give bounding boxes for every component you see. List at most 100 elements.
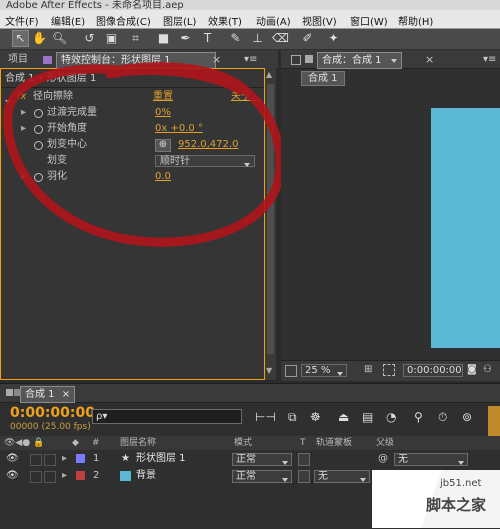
solo-switch[interactable]: [30, 454, 42, 466]
menu-effect[interactable]: 效果(T): [208, 13, 242, 28]
scroll-down-icon[interactable]: ▼: [266, 366, 272, 375]
lock-switch[interactable]: [44, 454, 56, 466]
expand-arrow-icon[interactable]: ▸: [62, 451, 67, 467]
pickwhip-icon[interactable]: @: [378, 451, 388, 467]
menu-edit[interactable]: 编辑(E): [51, 13, 85, 28]
composition-panel: 合成：合成 1 × ▾≡ 合成 1 25 % ⊞ 0:00:00:00 ◙ ⚇: [281, 50, 500, 381]
col-trkmat[interactable]: 轨道蒙板: [316, 436, 352, 450]
track-matte-select[interactable]: 无: [314, 470, 370, 483]
comp-timecode[interactable]: 0:00:00:00: [403, 364, 463, 377]
preserve-transparency-checkbox[interactable]: [298, 470, 310, 483]
chevron-down-icon: [337, 368, 343, 379]
menu-help[interactable]: 帮助(H): [398, 13, 433, 28]
zoom-value: 25 %: [305, 365, 331, 376]
draft-3d-icon[interactable]: ⧉: [288, 410, 297, 425]
tab-composition[interactable]: 合成：合成 1: [317, 52, 402, 69]
lock-icon[interactable]: [291, 55, 301, 65]
watermark: jb51.net 脚本之家: [372, 470, 500, 528]
close-tab-icon[interactable]: ×: [421, 52, 438, 67]
timeline-tabs: 合成 1 ×: [0, 384, 500, 403]
layer-name[interactable]: 背景: [136, 468, 156, 484]
snapshot-icon[interactable]: ◙: [467, 364, 477, 375]
label-color-swatch[interactable]: [76, 454, 85, 463]
col-layer-name[interactable]: 图层名称: [120, 436, 156, 450]
zoom-select[interactable]: 25 %: [301, 364, 347, 377]
region-icon[interactable]: [383, 364, 395, 376]
label-color-swatch[interactable]: [76, 471, 85, 480]
puppet-pin-tool-icon[interactable]: ✦: [326, 31, 341, 46]
zoom-tool-icon[interactable]: 🔍︎: [52, 31, 67, 46]
table-row[interactable]: 👁 ▸ 1 ★ 形状图层 1 正常 @ 无: [0, 451, 500, 467]
stopwatch-icon[interactable]: ⏱: [438, 410, 447, 425]
menu-bar: 文件(F) 编辑(E) 图像合成(C) 图层(L) 效果(T) 动画(A) 视图…: [0, 10, 500, 29]
stamp-tool-icon[interactable]: ⊥: [250, 31, 265, 46]
pen-tool-icon[interactable]: ✒: [178, 31, 193, 46]
av-switches-icon[interactable]: 👁◀︎● 🔒: [4, 436, 44, 450]
menu-animation[interactable]: 动画(A): [256, 13, 291, 28]
hide-shy-icon[interactable]: ☸: [310, 410, 321, 424]
comp-mini-flowchart-icon[interactable]: ⊢⊣: [255, 410, 276, 424]
parent-select[interactable]: 无: [394, 453, 468, 466]
tab-composition-label: 合成：合成 1: [322, 55, 382, 66]
camera-tool-icon[interactable]: ▣: [104, 31, 119, 46]
layer-search-input[interactable]: ρ▾: [92, 409, 242, 424]
layer-column-header: 👁◀︎● 🔒 ◆ # 图层名称 模式 T 轨道蒙板 父级: [0, 436, 500, 450]
label-icon[interactable]: ◆: [72, 436, 79, 450]
pan-behind-tool-icon[interactable]: ⌗: [128, 31, 143, 46]
annotation-circle: [3, 62, 285, 247]
brainstorm-icon[interactable]: ◔: [386, 410, 396, 424]
menu-view[interactable]: 视图(V): [302, 13, 337, 28]
visibility-eye-icon[interactable]: 👁: [6, 468, 19, 484]
col-t[interactable]: T: [300, 436, 306, 450]
tab-timeline-label: 合成 1: [25, 389, 55, 400]
comp-icon: [305, 55, 313, 63]
subtab-comp[interactable]: 合成 1: [301, 71, 345, 86]
grid-icon[interactable]: ⊞: [364, 364, 372, 375]
mode-value: 正常: [236, 454, 256, 465]
col-num: #: [92, 438, 100, 448]
menu-layer[interactable]: 图层(L): [163, 13, 196, 28]
roto-brush-tool-icon[interactable]: ✐: [300, 31, 315, 46]
mode-select[interactable]: 正常: [232, 470, 292, 483]
text-tool-icon[interactable]: T: [200, 31, 215, 46]
mode-select[interactable]: 正常: [232, 453, 292, 466]
motion-blur-icon[interactable]: ▤: [362, 410, 373, 424]
tools-toolbar: ↖ ✋ 🔍︎ ↺ ▣ ⌗ ■ ✒ T ✎ ⊥ ⌫ ✐ ✦: [0, 29, 500, 50]
expand-arrow-icon[interactable]: ▸: [62, 468, 67, 484]
render-icon[interactable]: ⊚: [462, 410, 472, 424]
menu-window[interactable]: 窗口(W): [350, 13, 388, 28]
rotate-tool-icon[interactable]: ↺: [82, 31, 97, 46]
comp-icon: [6, 389, 13, 396]
eraser-tool-icon[interactable]: ⌫: [272, 31, 289, 46]
frame-blend-icon[interactable]: ⏏: [338, 410, 349, 424]
panel-menu-icon[interactable]: ▾≡: [479, 52, 500, 67]
solo-switch[interactable]: [30, 471, 42, 483]
current-time[interactable]: 0:00:00:00: [10, 405, 95, 421]
hand-tool-icon[interactable]: ✋: [32, 31, 47, 46]
tab-timeline-comp[interactable]: 合成 1 ×: [20, 386, 76, 403]
watermark-text: 脚本之家: [426, 496, 487, 514]
menu-composition[interactable]: 图像合成(C): [96, 13, 151, 28]
layer-number: 1: [93, 453, 100, 464]
mode-value: 正常: [236, 471, 256, 482]
close-tab-icon[interactable]: ×: [62, 389, 70, 400]
lock-switch[interactable]: [44, 471, 56, 483]
preserve-transparency-checkbox[interactable]: [298, 453, 310, 466]
menu-file[interactable]: 文件(F): [5, 13, 39, 28]
rectangle-tool-icon[interactable]: ■: [156, 31, 171, 46]
comp-preview[interactable]: [431, 108, 500, 348]
shape-layer-star-icon: ★: [121, 453, 130, 464]
col-parent[interactable]: 父级: [376, 436, 394, 450]
watermark-site: jb51.net: [440, 478, 482, 489]
graph-editor-icon[interactable]: ⚲: [414, 410, 423, 424]
brush-tool-icon[interactable]: ✎: [228, 31, 243, 46]
window-title: Adobe After Effects - 未命名项目.aep: [6, 0, 184, 10]
magnification-icon[interactable]: [285, 365, 297, 377]
layer-name[interactable]: 形状图层 1: [136, 451, 186, 467]
chevron-down-icon: [282, 474, 288, 485]
visibility-eye-icon[interactable]: 👁: [6, 451, 19, 467]
chevron-down-icon: [360, 474, 366, 485]
col-mode[interactable]: 模式: [234, 436, 252, 450]
show-snapshot-icon[interactable]: ⚇: [483, 364, 492, 375]
selection-tool-icon[interactable]: ↖: [12, 30, 29, 47]
